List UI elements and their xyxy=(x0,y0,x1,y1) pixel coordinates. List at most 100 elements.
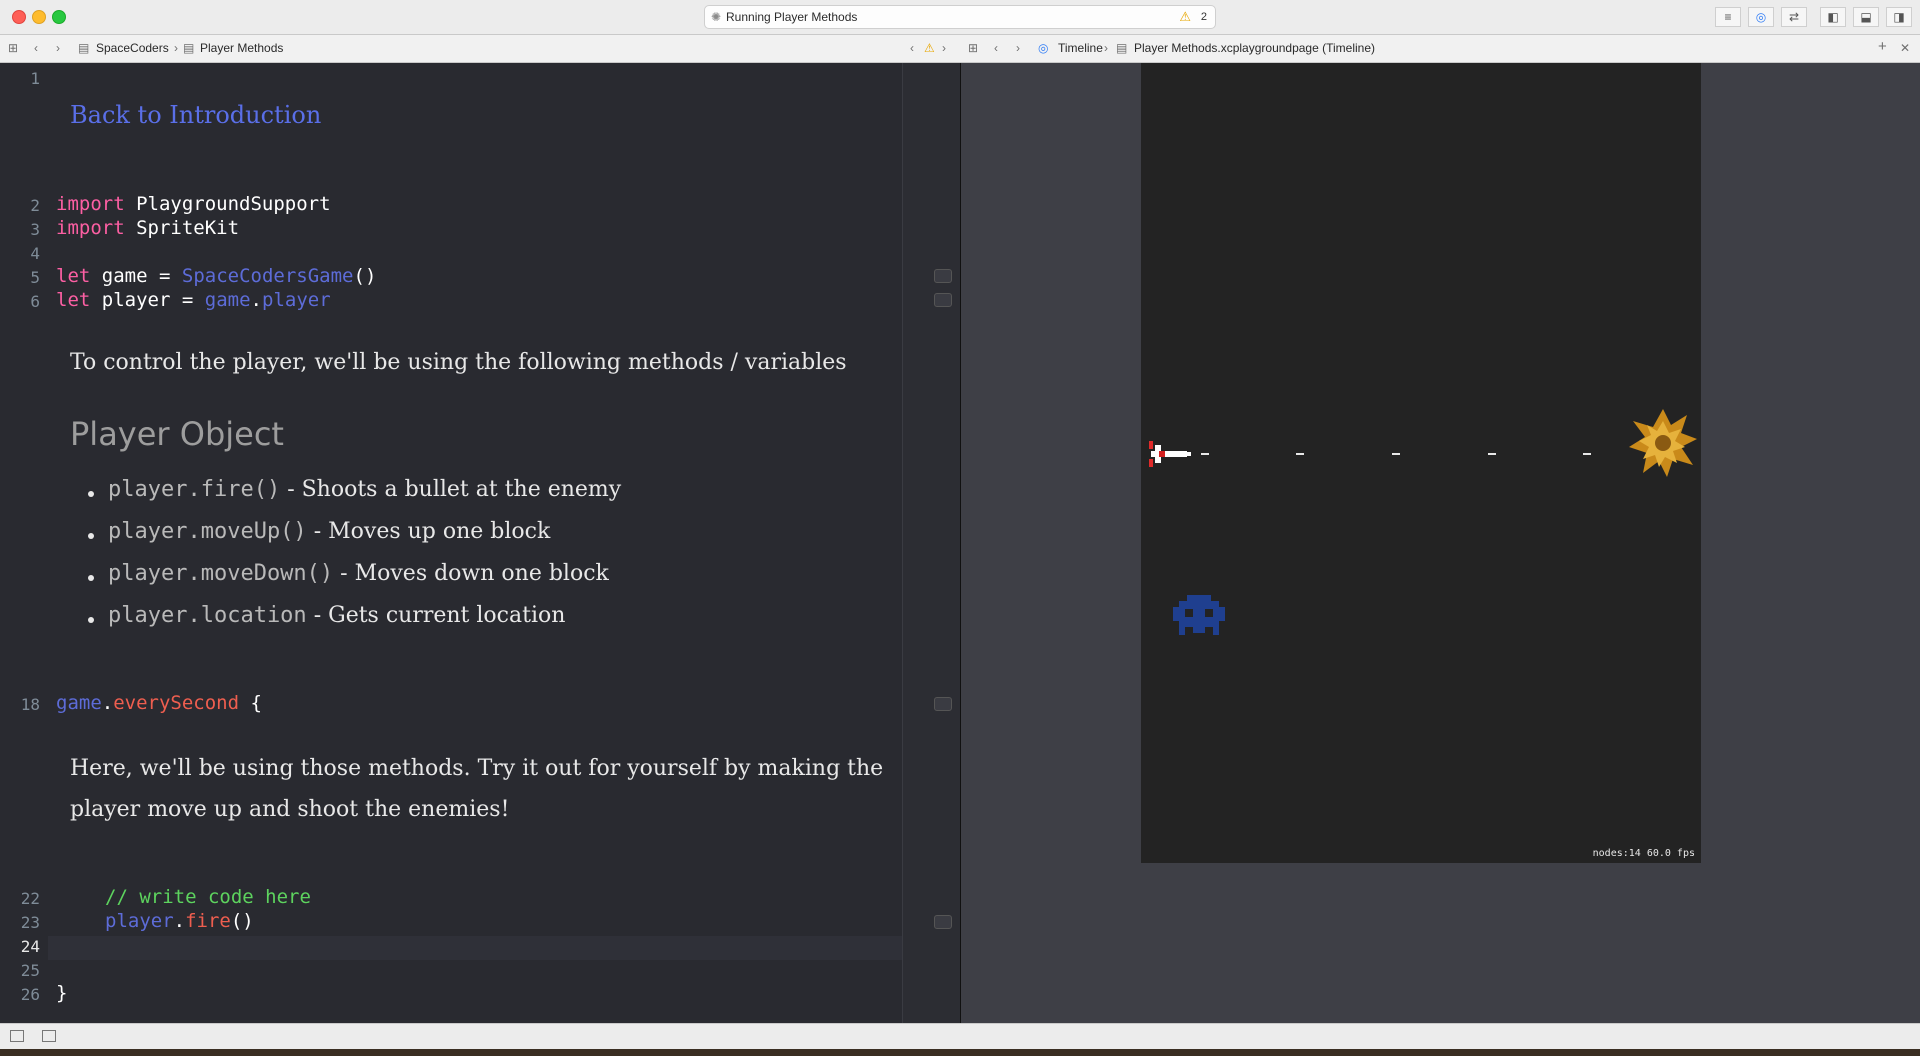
instructions-line: Here, we'll be using those methods. Try … xyxy=(70,756,884,781)
keyword: import xyxy=(56,193,125,215)
toggle-utilities-button[interactable]: ◨ xyxy=(1886,7,1912,27)
method-desc: - Moves up one block xyxy=(313,519,551,544)
minimize-window-button[interactable] xyxy=(32,10,46,24)
line-number: 22 xyxy=(20,889,40,908)
timeline-file-icon: ▤ xyxy=(1116,41,1128,55)
assistant-forward-arrow-icon[interactable]: › xyxy=(1016,41,1020,55)
brace: } xyxy=(56,982,68,1004)
line-number-gutter: 1 2 3 4 5 6 18 22 23 24 25 26 xyxy=(0,63,48,1023)
add-assistant-icon[interactable]: + xyxy=(1878,38,1887,55)
breadcrumb-chevron-icon: › xyxy=(174,41,178,55)
next-issue-icon[interactable]: › xyxy=(942,41,946,55)
code-comment[interactable]: // write code here xyxy=(105,886,311,908)
code-line[interactable]: } xyxy=(56,982,67,1004)
quick-look-marker[interactable] xyxy=(934,915,952,929)
list-bullet xyxy=(88,575,94,581)
variable: game xyxy=(101,265,148,287)
show-debug-area-icon[interactable] xyxy=(10,1030,24,1042)
jump-bar: ⊞ ‹ › ▤ SpaceCoders › ▤ Player Methods ‹… xyxy=(0,35,1920,63)
zoom-window-button[interactable] xyxy=(52,10,66,24)
quick-look-marker[interactable] xyxy=(934,697,952,711)
dot: . xyxy=(101,692,114,714)
parens: () xyxy=(353,265,377,287)
keyword: import xyxy=(56,217,125,239)
related-items-icon[interactable]: ⊞ xyxy=(8,41,18,55)
warning-icon[interactable]: ⚠ xyxy=(1179,9,1191,25)
version-editor-button[interactable]: ⇄ xyxy=(1781,7,1807,27)
assistant-file[interactable]: Player Methods.xcplaygroundpage (Timelin… xyxy=(1134,41,1375,55)
property-ref: player xyxy=(262,289,331,311)
game-scene-view[interactable]: nodes:14 60.0 fps xyxy=(1141,63,1701,863)
list-item: player.location - Gets current location xyxy=(108,603,565,628)
method-code: player.fire() xyxy=(108,477,281,502)
method-desc: - Gets current location xyxy=(313,603,566,628)
bullet xyxy=(1296,453,1304,455)
dot: . xyxy=(173,910,186,932)
breadcrumb-project[interactable]: SpaceCoders xyxy=(96,41,169,55)
line-number: 3 xyxy=(30,220,40,239)
keyword: let xyxy=(56,265,91,287)
list-bullet xyxy=(88,617,94,623)
list-item: player.moveDown() - Moves down one block xyxy=(108,561,609,586)
activity-status: Running Player Methods xyxy=(726,10,858,24)
standard-editor-button[interactable]: ≡ xyxy=(1715,7,1741,27)
scene-stats: nodes:14 60.0 fps xyxy=(1592,848,1695,859)
line-number: 18 xyxy=(20,695,40,714)
current-line-highlight xyxy=(48,936,902,960)
code-line[interactable]: game.everySecond { xyxy=(56,692,262,714)
code-line[interactable]: import PlaygroundSupport xyxy=(56,193,331,215)
line-number: 23 xyxy=(20,913,40,932)
forward-arrow-icon[interactable]: › xyxy=(56,41,60,55)
line-number: 24 xyxy=(20,937,40,956)
assistant-related-items-icon[interactable]: ⊞ xyxy=(968,41,978,55)
quick-look-marker[interactable] xyxy=(934,269,952,283)
method-desc: - Moves down one block xyxy=(340,561,609,586)
method-code: player.moveUp() xyxy=(108,519,307,544)
list-bullet xyxy=(88,533,94,539)
back-arrow-icon[interactable]: ‹ xyxy=(34,41,38,55)
assistant-chevron-icon: › xyxy=(1104,41,1108,55)
module-name: SpriteKit xyxy=(136,217,240,239)
module-name: PlaygroundSupport xyxy=(136,193,331,215)
method-ref: everySecond xyxy=(113,692,240,714)
code-line[interactable]: let game = SpaceCodersGame() xyxy=(56,265,376,287)
debug-bar xyxy=(0,1023,1920,1049)
method-code: player.location xyxy=(108,603,307,628)
run-toggle-icon[interactable] xyxy=(42,1030,56,1042)
operator: = xyxy=(181,289,194,311)
spinner-icon: ✺ xyxy=(711,10,722,24)
dot: . xyxy=(250,289,262,311)
player-object-heading: Player Object xyxy=(70,415,284,453)
list-item: player.moveUp() - Moves up one block xyxy=(108,519,550,544)
variable-ref: game xyxy=(204,289,251,311)
code-line[interactable]: player.fire() xyxy=(105,910,254,932)
breadcrumb-page[interactable]: Player Methods xyxy=(200,41,283,55)
prev-issue-icon[interactable]: ‹ xyxy=(910,41,914,55)
back-to-introduction-link[interactable]: Back to Introduction xyxy=(70,101,321,129)
warning-count[interactable]: 2 xyxy=(1201,11,1207,23)
intro-paragraph: To control the player, we'll be using th… xyxy=(70,350,847,375)
type-name: SpaceCodersGame xyxy=(181,265,354,287)
explosion xyxy=(1629,409,1697,477)
toggle-debug-area-button[interactable]: ⬓ xyxy=(1853,7,1879,27)
quick-look-marker[interactable] xyxy=(934,293,952,307)
close-window-button[interactable] xyxy=(12,10,26,24)
method-code: player.moveDown() xyxy=(108,561,334,586)
variable-ref: player xyxy=(105,910,174,932)
code-line[interactable]: import SpriteKit xyxy=(56,217,239,239)
assistant-mode[interactable]: Timeline xyxy=(1058,41,1103,55)
method-desc: - Shoots a bullet at the enemy xyxy=(287,477,622,502)
issue-warning-icon[interactable]: ⚠ xyxy=(924,41,935,55)
assistant-editor-button[interactable]: ◎ xyxy=(1748,7,1774,27)
instructions-line: player move up and shoot the enemies! xyxy=(70,797,510,822)
toggle-navigator-button[interactable]: ◧ xyxy=(1820,7,1846,27)
line-number: 25 xyxy=(20,961,40,980)
source-editor[interactable]: 1 2 3 4 5 6 18 22 23 24 25 26 Back to In… xyxy=(0,63,902,1023)
activity-viewer: ✺ Running Player Methods ⚠ 2 xyxy=(704,5,1216,29)
code-line[interactable]: let player = game.player xyxy=(56,289,331,311)
close-assistant-icon[interactable]: ✕ xyxy=(1900,41,1910,55)
page-file-icon: ▤ xyxy=(183,41,195,55)
playground-file-icon: ▤ xyxy=(78,41,90,55)
variable: player xyxy=(101,289,171,311)
assistant-back-arrow-icon[interactable]: ‹ xyxy=(994,41,998,55)
